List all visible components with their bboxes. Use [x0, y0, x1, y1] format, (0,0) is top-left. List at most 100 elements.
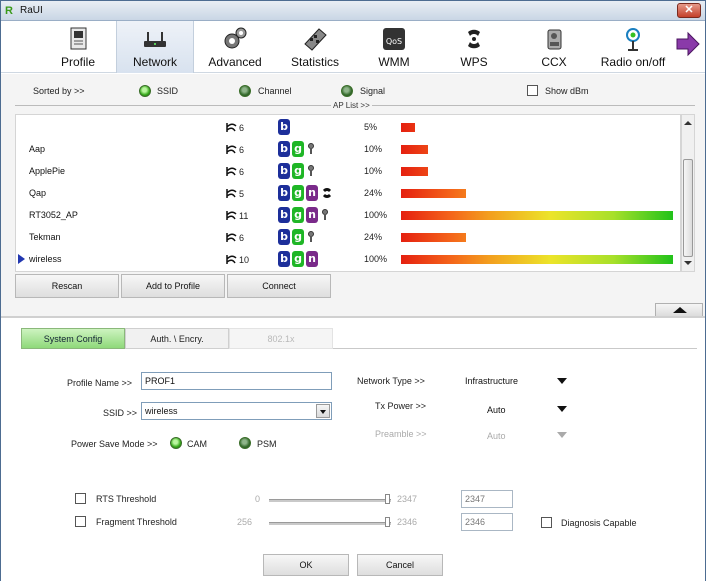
tx-power-value[interactable]: Auto: [487, 405, 506, 415]
tx-power-dropdown-icon[interactable]: [557, 406, 567, 412]
ap-list-row[interactable]: Aap 6 b g 10%: [16, 138, 680, 160]
toolbar-statistics[interactable]: Statistics: [282, 21, 348, 73]
rts-threshold-checkbox[interactable]: [75, 493, 86, 504]
tab-auth-encry[interactable]: Auth. \ Encry.: [125, 328, 229, 349]
show-dbm-checkbox[interactable]: [527, 85, 538, 96]
right-arrow-icon[interactable]: [675, 31, 701, 57]
rts-slider-track[interactable]: [269, 499, 391, 502]
ap-signal-percent: 100%: [364, 254, 388, 264]
diagnosis-capable-checkbox[interactable]: [541, 517, 552, 528]
close-button[interactable]: ✕: [677, 3, 701, 18]
config-tabs: System Config Auth. \ Encry. 802.1x: [21, 328, 697, 349]
ap-signal-bar: [401, 189, 466, 198]
scroll-up-arrow-icon[interactable]: [684, 121, 692, 125]
channel-signal-icon: [226, 145, 237, 154]
mode-b-badge: b: [278, 141, 290, 157]
mode-g-badge: g: [292, 251, 304, 267]
sort-channel-radio[interactable]: [239, 85, 251, 97]
ap-signal-bar: [401, 255, 673, 264]
ok-button[interactable]: OK: [263, 554, 349, 576]
ap-signal-bar: [401, 211, 673, 220]
ssid-label: SSID >>: [103, 408, 138, 418]
power-save-label: Power Save Mode >>: [71, 439, 158, 449]
preamble-dropdown-icon: [557, 432, 567, 438]
mode-g-badge: g: [292, 207, 304, 223]
config-panel: System Config Auth. \ Encry. 802.1x Prof…: [1, 318, 705, 581]
toolbar-wmm[interactable]: QoS WMM: [365, 21, 423, 73]
tab-system-config[interactable]: System Config: [21, 328, 125, 349]
wmm-qos-icon: QoS: [383, 28, 405, 50]
channel-signal-icon: [226, 211, 237, 220]
statistics-icon: [304, 28, 327, 51]
ap-list-row[interactable]: ApplePie 6 b g 10%: [16, 160, 680, 182]
ap-list-scrollbar[interactable]: [681, 114, 695, 272]
advanced-gear-icon: [224, 27, 247, 49]
ap-signal-percent: 5%: [364, 122, 378, 132]
ap-signal-bar: [401, 123, 415, 132]
raui-window: R RaUI ✕ Profile Network Advanced Statis…: [0, 0, 706, 581]
sort-signal-radio[interactable]: [341, 85, 353, 97]
svg-text:QoS: QoS: [386, 37, 402, 46]
fragment-max-label: 2346: [397, 517, 418, 527]
channel-signal-icon: [226, 123, 237, 132]
network-type-dropdown-icon[interactable]: [557, 378, 567, 384]
security-key-icon: [321, 209, 329, 221]
ap-ssid: Aap: [29, 144, 46, 154]
mode-n-badge: n: [306, 251, 318, 267]
mode-g-badge: g: [292, 163, 304, 179]
radio-antenna-icon: [626, 28, 640, 51]
ap-ssid: Tekman: [29, 232, 61, 242]
scroll-thumb[interactable]: [683, 159, 693, 257]
connect-button[interactable]: Connect: [227, 274, 331, 298]
ap-list-row[interactable]: Qap 5 b g n 24%: [16, 182, 680, 204]
fragment-slider-thumb[interactable]: [385, 517, 390, 527]
add-to-profile-button[interactable]: Add to Profile: [121, 274, 225, 298]
sort-ssid-radio[interactable]: [139, 85, 151, 97]
collapse-up-arrow-icon: [673, 307, 687, 313]
cancel-button[interactable]: Cancel: [357, 554, 443, 576]
toolbar-profile-label: Profile: [60, 55, 95, 69]
channel-signal-icon: [226, 189, 237, 198]
psm-radio[interactable]: [239, 437, 251, 449]
ap-list-row[interactable]: wireless 10 b g n 100%: [16, 248, 680, 270]
network-type-label: Network Type >>: [357, 376, 425, 386]
fragment-slider-track[interactable]: [269, 522, 391, 525]
toolbar-radio-label: Radio on/off: [600, 55, 666, 69]
toolbar-wps-label: WPS: [460, 55, 488, 69]
ap-channel-number: 6: [239, 167, 245, 177]
toolbar-network[interactable]: Network: [116, 21, 194, 73]
fragment-value-input[interactable]: 2346: [461, 513, 513, 531]
rts-slider-thumb[interactable]: [385, 494, 390, 504]
network-type-value[interactable]: Infrastructure: [465, 376, 518, 386]
wps-icon: [468, 29, 480, 49]
fragment-threshold-label: Fragment Threshold: [96, 517, 177, 527]
profile-name-input[interactable]: PROF1: [141, 372, 332, 390]
collapse-panel-button[interactable]: [655, 303, 703, 317]
ssid-combo[interactable]: wireless: [141, 402, 332, 420]
channel-signal-icon: [226, 167, 237, 176]
ap-signal-percent: 10%: [364, 144, 383, 154]
scroll-down-arrow-icon[interactable]: [684, 261, 692, 265]
toolbar-ccx[interactable]: CCX: [525, 21, 583, 73]
fragment-threshold-checkbox[interactable]: [75, 516, 86, 527]
preamble-value: Auto: [487, 431, 506, 441]
preamble-label: Preamble >>: [375, 429, 427, 439]
ap-list-panel: Sorted by >> SSID Channel Signal Show dB…: [1, 74, 705, 316]
toolbar-wps[interactable]: WPS: [445, 21, 503, 73]
ap-ssid: ApplePie: [29, 166, 66, 176]
ap-list-row[interactable]: RT3052_AP 11 b g n 100%: [16, 204, 680, 226]
rts-value-input[interactable]: 2347: [461, 490, 513, 508]
ap-list-row[interactable]: Tekman 6 b g 24%: [16, 226, 680, 248]
mode-g-badge: g: [292, 141, 304, 157]
rescan-button[interactable]: Rescan: [15, 274, 119, 298]
toolbar-advanced[interactable]: Advanced: [202, 21, 268, 73]
ap-list-row[interactable]: 6 b 5%: [16, 116, 680, 138]
cam-radio[interactable]: [170, 437, 182, 449]
rts-min-label: 0: [255, 494, 261, 504]
rts-max-label: 2347: [397, 494, 418, 504]
ap-list-title: AP List >>: [331, 101, 372, 110]
mode-b-badge: b: [278, 163, 290, 179]
toolbar-radio-onoff[interactable]: Radio on/off: [593, 21, 673, 73]
ssid-dropdown-button[interactable]: [316, 404, 330, 418]
toolbar-profile[interactable]: Profile: [47, 21, 109, 73]
